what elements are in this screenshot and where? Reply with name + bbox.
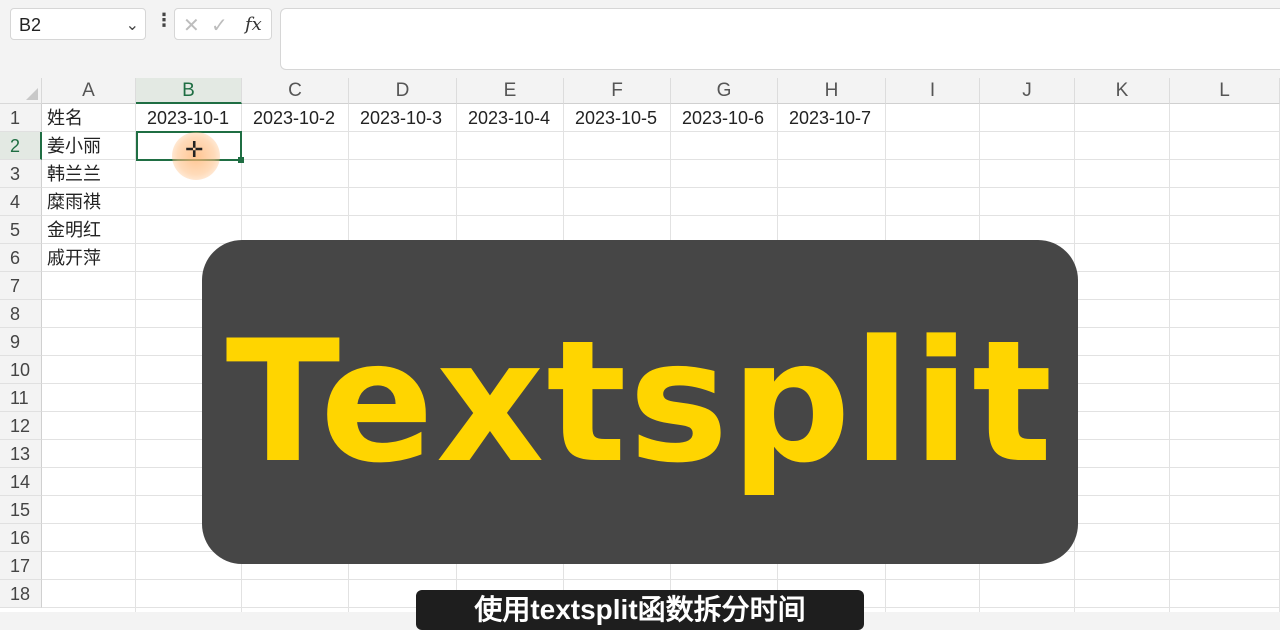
- column-header-i[interactable]: I: [886, 78, 980, 104]
- row-header-15[interactable]: 15: [0, 496, 42, 524]
- row-header-13[interactable]: 13: [0, 440, 42, 468]
- cell-d1[interactable]: 2023-10-3: [360, 104, 442, 132]
- cell-a5[interactable]: 金明红: [47, 216, 101, 244]
- cell-f1[interactable]: 2023-10-5: [575, 104, 657, 132]
- cell-a2[interactable]: 姜小丽: [47, 132, 101, 160]
- name-box[interactable]: B2 ⌄: [10, 8, 146, 40]
- column-header-f[interactable]: F: [564, 78, 671, 104]
- formula-actions: ✕ ✓ fx: [174, 8, 272, 40]
- cursor-plus-icon: ✛: [185, 137, 204, 162]
- cell-a3[interactable]: 韩兰兰: [47, 160, 101, 188]
- row-header-2[interactable]: 2: [0, 132, 42, 160]
- column-header-g[interactable]: G: [671, 78, 778, 104]
- column-header-h[interactable]: H: [778, 78, 886, 104]
- row-header-1[interactable]: 1: [0, 104, 42, 132]
- formula-input[interactable]: [280, 8, 1280, 70]
- cell-c1[interactable]: 2023-10-2: [253, 104, 335, 132]
- row-header-14[interactable]: 14: [0, 468, 42, 496]
- formula-bar: B2 ⌄ ⋮ ✕ ✓ fx: [0, 0, 1280, 78]
- row-header-7[interactable]: 7: [0, 272, 42, 300]
- column-header-j[interactable]: J: [980, 78, 1075, 104]
- cell-a6[interactable]: 戚开萍: [47, 244, 101, 272]
- row-header-3[interactable]: 3: [0, 160, 42, 188]
- column-header-b[interactable]: B: [136, 78, 242, 104]
- row-header-6[interactable]: 6: [0, 244, 42, 272]
- grid-line: [135, 104, 136, 612]
- cell-h1[interactable]: 2023-10-7: [789, 104, 871, 132]
- grid-line: [1169, 104, 1170, 612]
- fill-handle[interactable]: [238, 157, 244, 163]
- grid-line: [42, 215, 1280, 216]
- cell-g1[interactable]: 2023-10-6: [682, 104, 764, 132]
- insert-function-icon[interactable]: fx: [245, 14, 262, 35]
- column-header-d[interactable]: D: [349, 78, 457, 104]
- vertical-ellipsis-icon[interactable]: ⋮: [155, 10, 173, 31]
- cell-a4[interactable]: 糜雨祺: [47, 188, 101, 216]
- row-header-17[interactable]: 17: [0, 552, 42, 580]
- cancel-icon[interactable]: ✕: [183, 13, 200, 38]
- cell-b1[interactable]: 2023-10-1: [147, 104, 229, 132]
- title-banner: Textsplit: [202, 240, 1078, 564]
- enter-icon[interactable]: ✓: [211, 13, 228, 38]
- column-header-e[interactable]: E: [457, 78, 564, 104]
- grid-line: [42, 187, 1280, 188]
- row-header-16[interactable]: 16: [0, 524, 42, 552]
- video-subtitle: 使用textsplit函数拆分时间: [416, 590, 864, 630]
- banner-title: Textsplit: [225, 304, 1055, 500]
- row-header-4[interactable]: 4: [0, 188, 42, 216]
- row-header-5[interactable]: 5: [0, 216, 42, 244]
- row-header-8[interactable]: 8: [0, 300, 42, 328]
- cell-e1[interactable]: 2023-10-4: [468, 104, 550, 132]
- column-header-a[interactable]: A: [42, 78, 136, 104]
- grid-line: [42, 579, 1280, 580]
- row-header-9[interactable]: 9: [0, 328, 42, 356]
- row-header-10[interactable]: 10: [0, 356, 42, 384]
- chevron-down-icon[interactable]: ⌄: [126, 15, 139, 35]
- name-box-value: B2: [19, 15, 42, 35]
- row-header-18[interactable]: 18: [0, 580, 42, 608]
- cell-a1[interactable]: 姓名: [47, 104, 83, 132]
- column-header-c[interactable]: C: [242, 78, 349, 104]
- column-header-k[interactable]: K: [1075, 78, 1170, 104]
- row-header-11[interactable]: 11: [0, 384, 42, 412]
- select-all-corner[interactable]: [0, 78, 42, 104]
- row-header-12[interactable]: 12: [0, 412, 42, 440]
- column-header-l[interactable]: L: [1170, 78, 1280, 104]
